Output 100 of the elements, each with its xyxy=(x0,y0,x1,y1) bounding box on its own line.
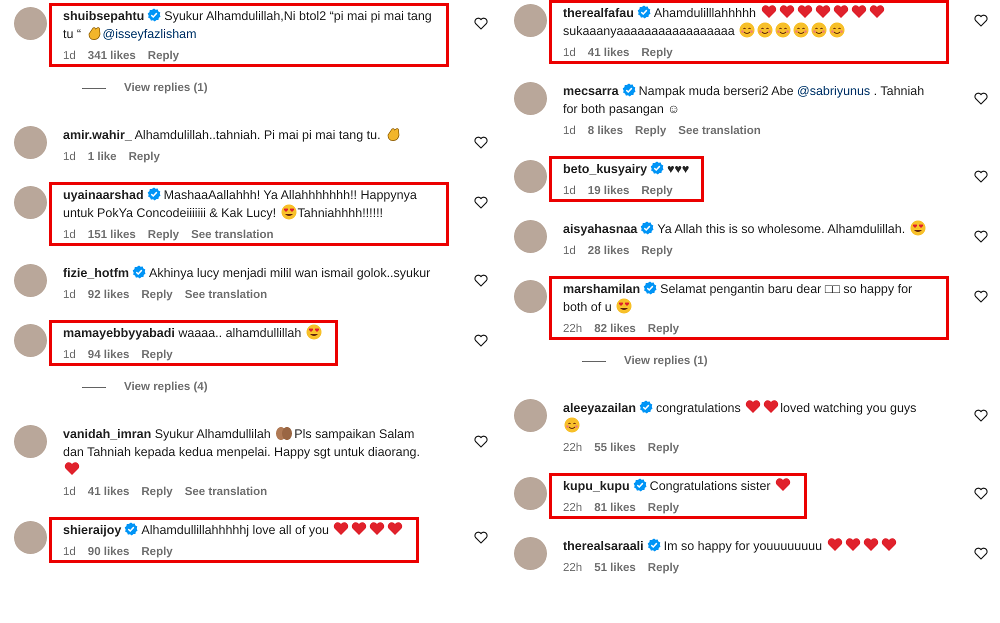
reply-button[interactable]: Reply xyxy=(141,288,173,303)
like-heart-icon xyxy=(474,196,488,209)
reply-button[interactable]: Reply xyxy=(148,49,180,64)
view-replies-button[interactable]: View replies (4) xyxy=(124,380,208,395)
username-link[interactable]: aleeyazailan xyxy=(563,401,636,415)
mention-link[interactable]: @isseyfazlisham xyxy=(102,27,197,41)
likes-count[interactable]: 19 likes xyxy=(588,184,630,199)
avatar-placeholder[interactable] xyxy=(14,186,47,219)
reply-button[interactable]: Reply xyxy=(641,46,673,61)
smiling-face-icon xyxy=(829,22,846,38)
avatar-placeholder[interactable] xyxy=(14,521,47,554)
likes-count[interactable]: 41 likes xyxy=(588,46,630,61)
see-translation-button[interactable]: See translation xyxy=(184,485,268,500)
comment-time: 1d xyxy=(563,124,576,139)
username-link[interactable]: mecsarra xyxy=(563,84,619,98)
likes-count[interactable]: 90 likes xyxy=(88,545,130,560)
username-link[interactable]: uyainaarshad xyxy=(63,188,144,202)
view-replies-button[interactable]: View replies (1) xyxy=(624,354,708,369)
username-link[interactable]: therealfafau xyxy=(563,6,634,20)
reply-button[interactable]: Reply xyxy=(641,184,673,199)
reply-button[interactable]: Reply xyxy=(648,322,680,337)
likes-count[interactable]: 28 likes xyxy=(588,244,630,259)
reply-button[interactable]: Reply xyxy=(648,441,680,456)
username-link[interactable]: shuibsepahtu xyxy=(63,9,144,23)
username-link[interactable]: aisyahasnaa xyxy=(563,222,638,236)
heart-eyes-face-icon xyxy=(306,324,322,340)
avatar-placeholder[interactable] xyxy=(514,280,547,313)
likes-count[interactable]: 341 likes xyxy=(88,49,136,64)
reply-button[interactable]: Reply xyxy=(641,244,673,259)
comment-text: shuibsepahtu Syukur Alhamdulillah,Ni btol2 “pi mai pi mai tang tu “ @isseyfazlisham xyxy=(63,7,433,43)
avatar-placeholder[interactable] xyxy=(14,264,47,297)
see-translation-button[interactable]: See translation xyxy=(678,124,761,139)
username-link[interactable]: shieraijoy xyxy=(63,523,122,537)
comment-time: 1d xyxy=(563,46,576,61)
avatar-placeholder[interactable] xyxy=(14,126,47,159)
comment-text: aleeyazailan congratulations loved watching you guys xyxy=(563,399,934,435)
username-link[interactable]: amir.wahir_ xyxy=(63,128,132,142)
comment-time: 22h xyxy=(563,501,582,516)
heart-icon xyxy=(868,4,884,20)
likes-count[interactable]: 41 likes xyxy=(88,485,130,500)
username-link[interactable]: mamayebbyyabadi xyxy=(63,326,175,340)
likes-count[interactable]: 55 likes xyxy=(594,441,636,456)
smiling-face-icon xyxy=(757,22,774,38)
clapping-hands-icon xyxy=(385,126,402,142)
likes-count[interactable]: 51 likes xyxy=(594,561,636,576)
like-heart-icon xyxy=(474,531,488,544)
like-heart-icon xyxy=(474,334,488,347)
avatar-placeholder[interactable] xyxy=(514,537,547,570)
see-translation-button[interactable]: See translation xyxy=(191,228,274,243)
heart-icon xyxy=(775,477,792,493)
comment-time: 1d xyxy=(63,485,76,500)
username-link[interactable]: therealsaraali xyxy=(563,539,644,553)
comment-time: 22h xyxy=(563,561,582,576)
reply-button[interactable]: Reply xyxy=(141,485,173,500)
avatar-placeholder[interactable] xyxy=(514,399,547,432)
username-link[interactable]: marshamilan xyxy=(563,282,640,296)
username-link[interactable]: kupu_kupu xyxy=(563,479,630,493)
see-translation-button[interactable]: See translation xyxy=(184,288,268,303)
avatar-placeholder[interactable] xyxy=(514,82,547,115)
likes-count[interactable]: 92 likes xyxy=(88,288,130,303)
heart-icon xyxy=(745,399,762,415)
reply-button[interactable]: Reply xyxy=(648,561,680,576)
heart-eyes-face-icon xyxy=(616,298,632,314)
reply-button[interactable]: Reply xyxy=(148,228,180,243)
username-link[interactable]: fizie_hotfm xyxy=(63,266,129,280)
mention-link[interactable]: @sabriyunus xyxy=(797,84,870,98)
username-link[interactable]: vanidah_imran xyxy=(63,427,152,441)
like-heart-icon xyxy=(974,547,988,560)
smiling-face-icon xyxy=(739,22,756,38)
likes-count[interactable]: 8 likes xyxy=(588,124,623,139)
like-heart-icon xyxy=(474,435,488,448)
likes-count[interactable]: 151 likes xyxy=(88,228,136,243)
view-replies-button[interactable]: View replies (1) xyxy=(124,81,208,96)
avatar-placeholder[interactable] xyxy=(514,477,547,510)
reply-button[interactable]: Reply xyxy=(128,150,160,165)
avatar-placeholder[interactable] xyxy=(514,160,547,193)
avatar-placeholder[interactable] xyxy=(514,220,547,253)
avatar-placeholder[interactable] xyxy=(514,4,547,37)
likes-count[interactable]: 81 likes xyxy=(594,501,636,516)
heart-icon xyxy=(832,4,848,20)
avatar-placeholder[interactable] xyxy=(14,7,47,40)
reply-button[interactable]: Reply xyxy=(648,501,680,516)
reply-button[interactable]: Reply xyxy=(634,124,666,139)
smiling-face-icon xyxy=(775,22,792,38)
heart-icon xyxy=(814,4,830,20)
comment-text: amir.wahir_ Alhamdulillah..tahniah. Pi mai pi mai tang tu. xyxy=(63,126,402,144)
comment-text: therealfafau Ahamdulilllahhhhh sukaaanyaaaaaaaaaaaaaaaaa xyxy=(563,4,934,40)
smiling-face-icon xyxy=(793,22,810,38)
reply-button[interactable]: Reply xyxy=(141,545,173,560)
heart-icon xyxy=(844,537,861,553)
heart-icon xyxy=(387,521,404,537)
likes-count[interactable]: 94 likes xyxy=(88,348,130,363)
username-link[interactable]: beto_kusyairy xyxy=(563,162,648,176)
heart-icon xyxy=(826,537,843,553)
like-heart-icon xyxy=(974,92,988,105)
likes-count[interactable]: 1 like xyxy=(88,150,117,165)
avatar-placeholder[interactable] xyxy=(14,425,47,458)
reply-button[interactable]: Reply xyxy=(141,348,173,363)
avatar-placeholder[interactable] xyxy=(14,324,47,357)
likes-count[interactable]: 82 likes xyxy=(594,322,636,337)
